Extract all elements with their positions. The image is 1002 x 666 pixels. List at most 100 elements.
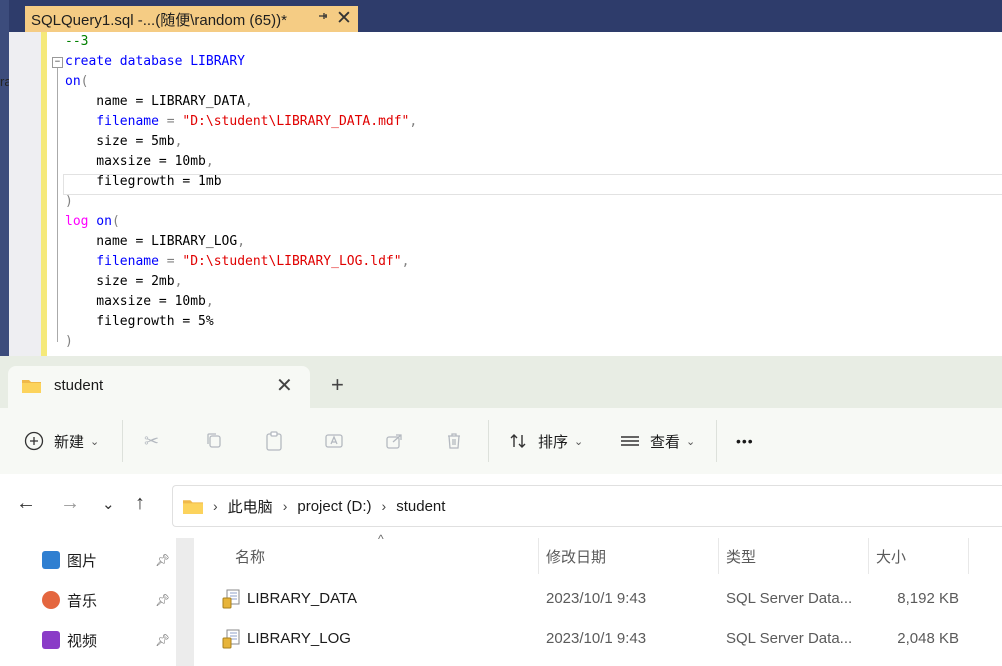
pictures-icon [42, 551, 60, 569]
folder-icon [22, 380, 41, 393]
sql-database-file-icon [222, 589, 240, 609]
paste-button[interactable] [264, 408, 284, 474]
explorer-body: 图片 📌︎ 音乐 📌︎ 视频 📌︎ ^ 名称 修改日期 类型 大小 LIBRAR… [0, 532, 1002, 666]
column-divider[interactable] [868, 538, 869, 574]
file-type: SQL Server Data... [726, 630, 853, 647]
new-tab-button[interactable]: + [331, 374, 344, 396]
code-token: , [401, 254, 410, 269]
code-token: "D:\student\LIBRARY_DATA.mdf" [182, 114, 410, 129]
quick-access-label: 音乐 [67, 592, 98, 610]
editor-gutter [9, 32, 45, 356]
code-token: , [409, 114, 418, 129]
code-token: create database LIBRARY [65, 54, 246, 69]
file-list: ^ 名称 修改日期 类型 大小 LIBRARY_DATA 2023/10/1 9… [194, 532, 1002, 666]
folder-icon [183, 500, 203, 514]
column-divider[interactable] [968, 538, 969, 574]
file-name: LIBRARY_LOG [247, 630, 351, 647]
code-line: --3 [65, 32, 88, 52]
column-header-modified[interactable]: 修改日期 [546, 546, 606, 567]
pin-icon[interactable]: 📌︎ [155, 553, 170, 567]
code-token: on [65, 74, 81, 89]
column-divider[interactable] [538, 538, 539, 574]
file-row[interactable]: LIBRARY_DATA 2023/10/1 9:43 SQL Server D… [194, 580, 1002, 620]
quick-access-music[interactable]: 音乐 📌︎ [42, 588, 170, 612]
code-token: , [205, 294, 214, 309]
column-header-name[interactable]: 名称 [235, 546, 265, 567]
code-token: filename [65, 114, 159, 129]
pin-icon[interactable]: 📌︎ [155, 593, 170, 607]
quick-access-videos[interactable]: 视频 📌︎ [42, 628, 170, 652]
breadcrumb-this-pc[interactable]: 此电脑 [228, 496, 273, 517]
code-token: , [237, 234, 246, 249]
code-token: maxsize = 10mb [65, 154, 206, 169]
quick-access-label: 图片 [67, 552, 98, 570]
recent-locations-chevron-icon[interactable]: ⌄ [102, 495, 115, 513]
collapse-icon[interactable]: − [52, 57, 63, 68]
file-modified: 2023/10/1 9:43 [546, 630, 647, 647]
code-token: --3 [65, 34, 89, 49]
up-arrow-icon[interactable]: ↑ [135, 492, 145, 515]
code-token: on [88, 214, 112, 229]
chevron-right-icon[interactable]: › [382, 498, 387, 514]
sort-button[interactable]: 排序 ⌄ [508, 408, 583, 474]
close-tab-icon[interactable]: ✕ [336, 7, 352, 30]
file-size: 2,048 KB [897, 630, 959, 647]
column-header-size[interactable]: 大小 [876, 546, 906, 567]
query-tab[interactable]: SQLQuery1.sql -...(随便\random (65))* ✕ [25, 6, 358, 32]
sort-icon [510, 434, 526, 448]
share-button[interactable] [384, 408, 404, 474]
file-row[interactable]: LIBRARY_LOG 2023/10/1 9:43 SQL Server Da… [194, 620, 1002, 660]
code-line: maxsize = 10mb, [65, 292, 214, 312]
code-line: create database LIBRARY [65, 52, 245, 72]
scissors-icon: ✂ [144, 430, 160, 451]
code-line: filegrowth = 1mb [65, 172, 221, 192]
back-arrow-icon[interactable]: ← [16, 492, 36, 515]
code-line: filename = "D:\student\LIBRARY_LOG.ldf", [65, 252, 409, 272]
trash-icon [448, 433, 460, 449]
new-button-label: 新建 [54, 433, 85, 451]
code-line: on( [65, 72, 88, 92]
sql-database-file-icon [222, 629, 240, 649]
code-line: name = LIBRARY_DATA, [65, 92, 253, 112]
share-icon [386, 434, 402, 449]
chevron-down-icon: ⌄ [90, 435, 100, 448]
explorer-tab-student[interactable]: student ✕ [8, 366, 310, 408]
address-box[interactable]: › 此电脑 › project (D:) › student [172, 485, 1002, 527]
chevron-right-icon[interactable]: › [283, 498, 288, 514]
code-token: , [174, 274, 183, 289]
rename-button[interactable] [324, 408, 346, 474]
file-explorer-window: student ✕ + 新建 ⌄ ✂ 排序 ⌄ 查看 ⌄ ••• ← → ⌄ ↑… [0, 356, 1002, 666]
column-divider[interactable] [718, 538, 719, 574]
chevron-down-icon: ⌄ [686, 435, 696, 448]
copy-button[interactable] [204, 408, 224, 474]
code-line: log on( [65, 212, 120, 232]
code-token: filegrowth = 5% [65, 314, 214, 329]
close-icon[interactable]: ✕ [276, 373, 293, 398]
document-tab-strip: SQLQuery1.sql -...(随便\random (65))* ✕ [9, 0, 1002, 32]
code-token: ) [65, 194, 73, 209]
breadcrumb-project-d[interactable]: project (D:) [297, 498, 371, 515]
chevron-right-icon[interactable]: › [213, 498, 218, 514]
code-token: size = 2mb [65, 274, 175, 289]
quick-access-pictures[interactable]: 图片 📌︎ [42, 548, 170, 572]
code-token: size = 5mb [65, 134, 175, 149]
new-button[interactable]: 新建 ⌄ [24, 408, 99, 474]
navigation-scrollbar[interactable] [176, 538, 194, 666]
forward-arrow-icon[interactable]: → [60, 492, 80, 515]
explorer-tab-bar: student ✕ + [0, 356, 1002, 408]
view-button[interactable]: 查看 ⌄ [620, 408, 695, 474]
code-editor[interactable]: --3 create database LIBRARY on( name = LIB… [50, 32, 1002, 356]
music-icon [42, 591, 60, 609]
pin-icon[interactable] [317, 10, 329, 25]
command-bar: 新建 ⌄ ✂ 排序 ⌄ 查看 ⌄ ••• [0, 408, 1002, 474]
breadcrumb-student[interactable]: student [396, 498, 445, 515]
delete-button[interactable] [444, 408, 464, 474]
code-line: name = LIBRARY_LOG, [65, 232, 245, 252]
pin-icon[interactable]: 📌︎ [155, 633, 170, 647]
cut-button[interactable]: ✂ [144, 408, 159, 474]
explorer-tab-label: student [54, 377, 104, 394]
chevron-down-icon: ⌄ [574, 435, 584, 448]
change-tracking-bar [41, 32, 47, 356]
column-header-type[interactable]: 类型 [726, 546, 756, 567]
more-options-button[interactable]: ••• [736, 408, 754, 474]
